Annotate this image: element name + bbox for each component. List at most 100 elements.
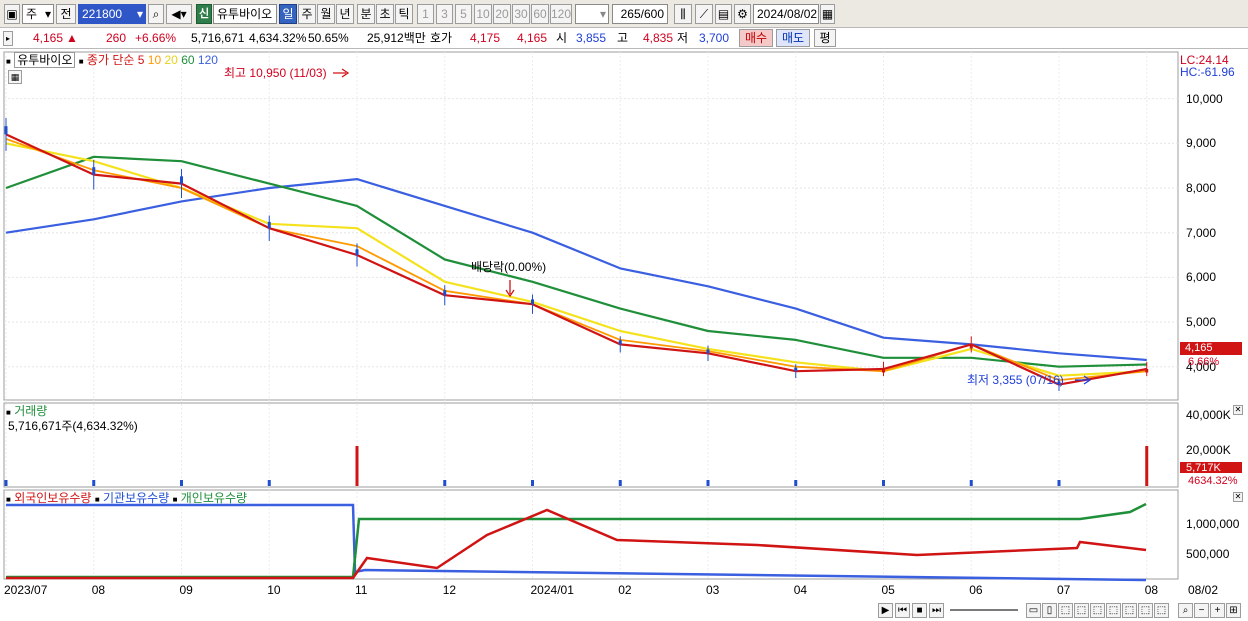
candle-icon[interactable]: ⫼ bbox=[674, 4, 692, 24]
view-icon-6[interactable]: ⬚ bbox=[1106, 603, 1121, 618]
price-y-label: 8,000 bbox=[1186, 181, 1217, 196]
ma-legend-20: 20 bbox=[164, 53, 178, 67]
ma-legend-square-icon: ■ bbox=[78, 57, 84, 66]
x-axis-label: 05 bbox=[881, 583, 895, 597]
up-triangle-icon: ▲ bbox=[66, 31, 78, 45]
eval-button[interactable]: 평 bbox=[814, 29, 836, 47]
gear-icon[interactable]: ⚙ bbox=[734, 4, 751, 24]
zoom-in-icon[interactable]: + bbox=[1210, 603, 1225, 618]
panel-square-icon: ■ bbox=[94, 495, 100, 504]
price-y-label: 7,000 bbox=[1186, 225, 1217, 240]
draw-line-icon[interactable]: ⟋ bbox=[695, 4, 713, 24]
count-field[interactable]: 265/600 bbox=[612, 4, 668, 24]
candle-body bbox=[267, 221, 271, 229]
high-label: 고 bbox=[617, 31, 629, 45]
volume-value: 5,716,671 bbox=[191, 31, 245, 45]
period-day[interactable]: 일 bbox=[279, 4, 297, 24]
grid-toggle-icon[interactable]: ▦ bbox=[8, 70, 22, 84]
price-y-label: 10,000 bbox=[1186, 91, 1223, 106]
volume-bar bbox=[92, 480, 96, 486]
volume-bar bbox=[1145, 446, 1149, 486]
period-year[interactable]: 년 bbox=[336, 4, 354, 24]
ma-title: 종가 단순 bbox=[86, 53, 135, 67]
buy-button[interactable]: 매수 bbox=[739, 29, 773, 47]
quote-bar: ▸ 4,165 ▲ 260 +6.66% 5,716,671 4,634.32%… bbox=[0, 28, 1248, 49]
interval-20[interactable]: 20 bbox=[493, 4, 511, 24]
save-icon[interactable]: ▤ bbox=[715, 4, 732, 24]
sell-button[interactable]: 매도 bbox=[776, 29, 810, 47]
legend-foreign: 외국인보유수량 bbox=[14, 491, 92, 505]
scroll-right-icon[interactable]: ▶ bbox=[878, 603, 893, 618]
ask-price: 4,175 bbox=[470, 31, 501, 45]
interval-60[interactable]: 60 bbox=[531, 4, 549, 24]
volume-bar bbox=[531, 480, 534, 486]
view-icon-9[interactable]: ⬚ bbox=[1154, 603, 1169, 618]
chart-canvas[interactable] bbox=[0, 50, 1248, 621]
x-axis-label: 12 bbox=[442, 583, 457, 597]
chart-area[interactable]: ■ 유투바이오 ■ 종가 단순 5 10 20 60 120 ▦ 최고 10,9… bbox=[0, 50, 1248, 621]
period-minute[interactable]: 분 bbox=[357, 4, 375, 24]
stock-code-input[interactable]: 221800 ▾ bbox=[78, 4, 146, 24]
toolbar: ▣ 주 ▾ 전 221800 ▾ ⌕ ◀▾ 신 유투바이오 일 주 월 년 분 초 … bbox=[0, 0, 1248, 28]
period-second[interactable]: 초 bbox=[376, 4, 394, 24]
ma-legend-120: 120 bbox=[197, 53, 218, 67]
speaker-icon[interactable]: ◀▾ bbox=[166, 4, 192, 24]
candle-body bbox=[92, 167, 96, 175]
period-week[interactable]: 주 bbox=[298, 4, 316, 24]
volume-bar bbox=[706, 480, 710, 486]
zoom-slider[interactable] bbox=[950, 609, 1018, 611]
volume-close-icon[interactable]: ✕ bbox=[1233, 405, 1243, 415]
layout-icon[interactable]: ▣ bbox=[4, 4, 20, 24]
x-axis-label: 02 bbox=[618, 583, 632, 597]
interval-30[interactable]: 30 bbox=[512, 4, 530, 24]
x-axis-label: 08/02 bbox=[1188, 583, 1219, 597]
ma-legend-60: 60 bbox=[181, 53, 195, 67]
volume-bar bbox=[794, 480, 798, 486]
search-icon[interactable]: ⌕ bbox=[148, 4, 164, 24]
calendar-icon[interactable]: ▦ bbox=[820, 4, 835, 24]
view-icon-3[interactable]: ⬚ bbox=[1058, 603, 1073, 618]
scroll-last-icon[interactable]: ⏭ bbox=[929, 603, 944, 618]
scroll-first-icon[interactable]: ⏮ bbox=[895, 603, 910, 618]
stock-name-field: 유투바이오 bbox=[213, 4, 277, 24]
market-select[interactable]: 주 ▾ bbox=[22, 4, 54, 24]
stock-code-value: 221800 bbox=[82, 7, 123, 21]
view-icon-8[interactable]: ⬚ bbox=[1138, 603, 1153, 618]
zoom-out-icon[interactable]: − bbox=[1194, 603, 1209, 618]
view-icon-2[interactable]: ▯ bbox=[1042, 603, 1057, 618]
volume-pct-tag: 4634.32% bbox=[1188, 475, 1238, 487]
panel-square-icon: ■ bbox=[172, 495, 178, 504]
volume-bar bbox=[180, 480, 183, 486]
trade-amount: 25,912백만 bbox=[367, 31, 426, 45]
volume-bar bbox=[355, 446, 359, 486]
holdings-close-icon[interactable]: ✕ bbox=[1233, 492, 1243, 502]
panel-square-icon: ■ bbox=[6, 408, 11, 417]
interval-1[interactable]: 1 bbox=[417, 4, 434, 24]
interval-3[interactable]: 3 bbox=[436, 4, 453, 24]
view-icon-7[interactable]: ⬚ bbox=[1122, 603, 1137, 618]
volume-bar bbox=[4, 480, 8, 486]
fullscreen-icon[interactable]: ⊞ bbox=[1226, 603, 1241, 618]
price-y-label: 9,000 bbox=[1186, 136, 1217, 151]
stop-icon[interactable]: ■ bbox=[912, 603, 927, 618]
interval-120[interactable]: 120 bbox=[550, 4, 572, 24]
low-label: 저 bbox=[677, 31, 689, 45]
holdings-y-label-1000000: 1,000,000 bbox=[1186, 517, 1240, 531]
candle-body bbox=[969, 344, 973, 349]
prev-button[interactable]: 전 bbox=[56, 4, 76, 24]
date-input[interactable]: 2024/08/02 bbox=[753, 4, 819, 24]
period-month[interactable]: 월 bbox=[317, 4, 335, 24]
chevron-down-icon: ▾ bbox=[599, 7, 606, 21]
interval-custom-select[interactable]: ▾ bbox=[575, 4, 609, 24]
turnover-pct: 50.65% bbox=[308, 31, 349, 45]
interval-5[interactable]: 5 bbox=[455, 4, 472, 24]
period-tick[interactable]: 틱 bbox=[395, 4, 413, 24]
view-icon-5[interactable]: ⬚ bbox=[1090, 603, 1105, 618]
zoom-search-icon[interactable]: ⌕ bbox=[1178, 603, 1193, 618]
new-badge[interactable]: 신 bbox=[196, 4, 212, 24]
view-icon-4[interactable]: ⬚ bbox=[1074, 603, 1089, 618]
quote-expand-icon[interactable]: ▸ bbox=[3, 31, 13, 46]
x-axis-label: 2024/01 bbox=[530, 583, 574, 597]
interval-10[interactable]: 10 bbox=[474, 4, 492, 24]
view-icon-1[interactable]: ▭ bbox=[1026, 603, 1041, 618]
